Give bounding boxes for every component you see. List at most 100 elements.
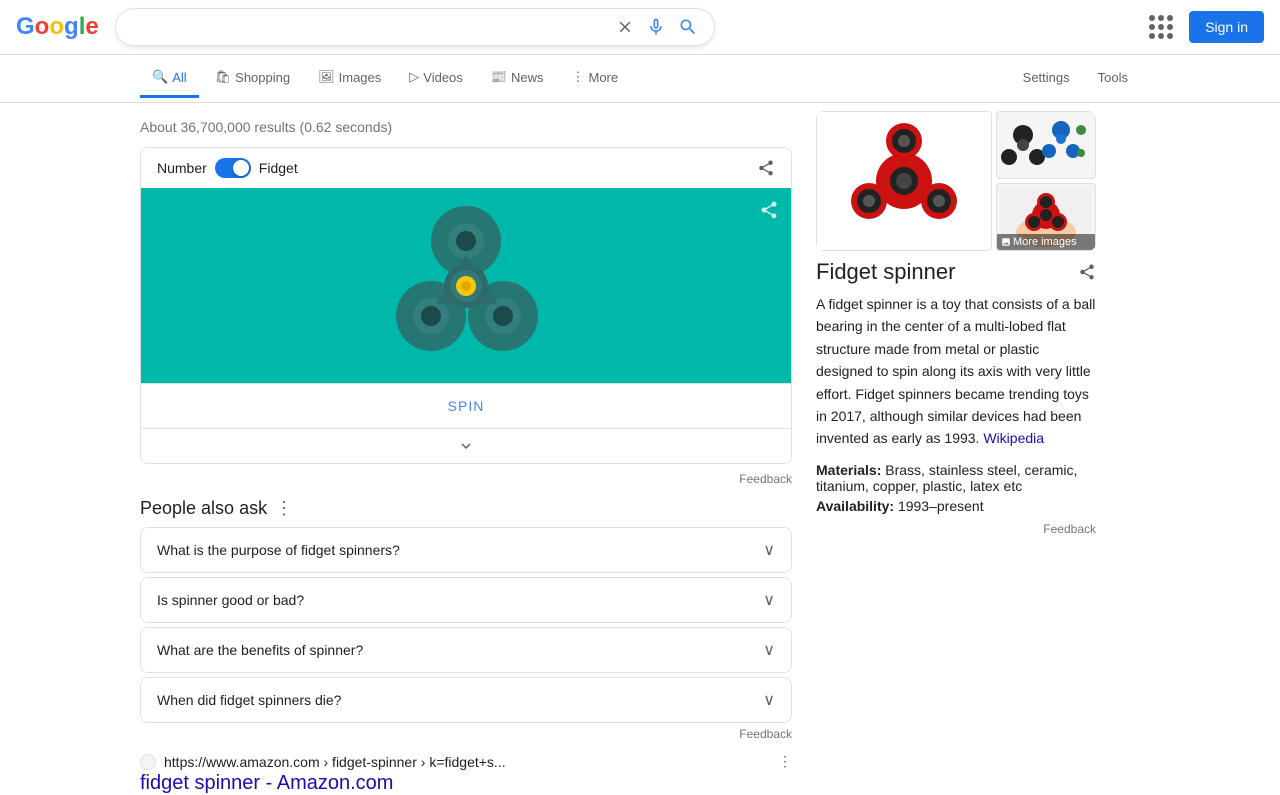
tools-link[interactable]: Tools (1086, 60, 1140, 98)
paa-heading: People also ask (140, 498, 267, 519)
right-panel-description: A fidget spinner is a toy that consists … (816, 293, 1096, 450)
results-area: About 36,700,000 results (0.62 seconds) … (0, 103, 1280, 795)
spinner-expand-button[interactable] (141, 428, 791, 463)
tools-label: Tools (1098, 70, 1128, 85)
paa-chevron-4: ∨ (763, 690, 775, 710)
tab-more-label: More (588, 70, 618, 85)
spinner-label-row: Number Fidget (157, 158, 298, 178)
result-more-icon[interactable]: ⋮ (778, 753, 792, 770)
apps-icon[interactable] (1149, 15, 1173, 39)
paa-chevron-3: ∨ (763, 640, 775, 660)
videos-icon: ▷ (409, 69, 419, 85)
nav-tabs: 🔍 All 🛍 Shopping 🖼 Images ▷ Videos 📰 New… (0, 55, 1280, 103)
paa-question-3-text: What are the benefits of spinner? (157, 642, 363, 658)
paa-question-3[interactable]: What are the benefits of spinner? ∨ (141, 628, 791, 672)
paa-question-4[interactable]: When did fidget spinners die? ∨ (141, 678, 791, 722)
spinner-widget: Number Fidget (140, 147, 792, 464)
small-image-1[interactable] (996, 111, 1096, 179)
more-images-overlay[interactable]: More images (997, 234, 1095, 250)
availability-value: 1993–present (898, 498, 984, 514)
paa-item-4: When did fidget spinners die? ∨ (140, 677, 792, 723)
spinner-header: Number Fidget (141, 148, 791, 188)
wikipedia-link[interactable]: Wikipedia (983, 430, 1044, 446)
all-icon: 🔍 (152, 69, 168, 85)
right-panel-feedback[interactable]: Feedback (816, 522, 1096, 536)
more-images-label: More images (1013, 236, 1077, 248)
tab-images[interactable]: 🖼 Images (306, 59, 393, 98)
search-bar: fidget spinner (115, 8, 715, 46)
clear-button[interactable] (616, 18, 634, 36)
paa-item-1: What is the purpose of fidget spinners? … (140, 527, 792, 573)
paa-question-1[interactable]: What is the purpose of fidget spinners? … (141, 528, 791, 572)
tab-all-label: All (172, 70, 186, 85)
images-icon: 🖼 (318, 69, 335, 85)
amazon-result: https://www.amazon.com › fidget-spinner … (140, 753, 792, 795)
right-share-button[interactable] (1078, 263, 1096, 281)
settings-label: Settings (1023, 70, 1070, 85)
spinner-share-button[interactable] (757, 159, 775, 177)
results-main: About 36,700,000 results (0.62 seconds) … (140, 103, 792, 795)
paa-header: People also ask ⋮ (140, 498, 792, 519)
result-domain: https://www.amazon.com › fidget-spinner … (164, 754, 506, 770)
tab-more[interactable]: ⋮ More (559, 59, 630, 98)
small-image-2[interactable]: More images (996, 183, 1096, 251)
shopping-icon: 🛍 (215, 69, 232, 85)
spinner-canvas[interactable] (141, 188, 791, 383)
tab-images-label: Images (339, 70, 382, 85)
canvas-share-button[interactable] (759, 200, 779, 220)
paa-question-2-text: Is spinner good or bad? (157, 592, 304, 608)
spinner-product-svg (844, 121, 964, 241)
news-icon: 📰 (491, 69, 507, 85)
search-button[interactable] (678, 17, 698, 37)
more-dots-icon: ⋮ (571, 69, 584, 85)
tab-videos[interactable]: ▷ Videos (397, 59, 475, 98)
amazon-result-title[interactable]: fidget spinner - Amazon.com (140, 772, 393, 794)
fidget-spinner-svg (366, 196, 566, 376)
availability-fact: Availability: 1993–present (816, 498, 1096, 514)
right-panel-title: Fidget spinner (816, 259, 955, 285)
results-right-panel: More images Fidget spinner A fidget spin… (816, 103, 1096, 795)
people-also-ask-section: People also ask ⋮ What is the purpose of… (140, 498, 792, 741)
paa-menu-icon[interactable]: ⋮ (275, 498, 293, 519)
tab-shopping[interactable]: 🛍 Shopping (203, 59, 302, 98)
settings-link[interactable]: Settings (1011, 60, 1082, 98)
result-url-row: https://www.amazon.com › fidget-spinner … (140, 753, 792, 770)
tab-news[interactable]: 📰 News (479, 59, 556, 98)
paa-question-4-text: When did fidget spinners die? (157, 692, 341, 708)
right-panel-facts: Materials: Brass, stainless steel, ceram… (816, 462, 1096, 514)
paa-feedback[interactable]: Feedback (140, 727, 792, 741)
amazon-favicon (140, 754, 156, 770)
paa-chevron-2: ∨ (763, 590, 775, 610)
paa-item-2: Is spinner good or bad? ∨ (140, 577, 792, 623)
paa-question-2[interactable]: Is spinner good or bad? ∨ (141, 578, 791, 622)
tab-shopping-label: Shopping (235, 70, 290, 85)
google-logo[interactable]: Google (16, 13, 99, 41)
results-count: About 36,700,000 results (0.62 seconds) (140, 111, 792, 147)
paa-chevron-1: ∨ (763, 540, 775, 560)
tab-all[interactable]: 🔍 All (140, 59, 199, 98)
tab-videos-label: Videos (423, 70, 463, 85)
colorful-spinners-svg (1001, 115, 1091, 175)
paa-question-1-text: What is the purpose of fidget spinners? (157, 542, 400, 558)
main-product-image[interactable] (816, 111, 992, 251)
materials-fact: Materials: Brass, stainless steel, ceram… (816, 462, 1096, 494)
sign-in-button[interactable]: Sign in (1189, 11, 1264, 43)
number-fidget-toggle[interactable] (215, 158, 251, 178)
header-right: Sign in (1149, 11, 1264, 43)
fidget-label: Fidget (259, 160, 298, 176)
toggle-knob (233, 160, 249, 176)
search-input[interactable]: fidget spinner (132, 18, 608, 36)
availability-label: Availability: (816, 498, 894, 514)
right-title-row: Fidget spinner (816, 259, 1096, 285)
materials-label: Materials: (816, 462, 881, 478)
search-icons (616, 17, 698, 37)
number-label: Number (157, 160, 207, 176)
right-small-images: More images (996, 111, 1096, 251)
mic-button[interactable] (646, 17, 666, 37)
spin-button[interactable]: SPIN (141, 383, 791, 428)
widget-feedback[interactable]: Feedback (140, 472, 792, 486)
tab-news-label: News (511, 70, 544, 85)
header: Google fidget spinner Sign in (0, 0, 1280, 55)
description-text: A fidget spinner is a toy that consists … (816, 296, 1095, 446)
paa-item-3: What are the benefits of spinner? ∨ (140, 627, 792, 673)
